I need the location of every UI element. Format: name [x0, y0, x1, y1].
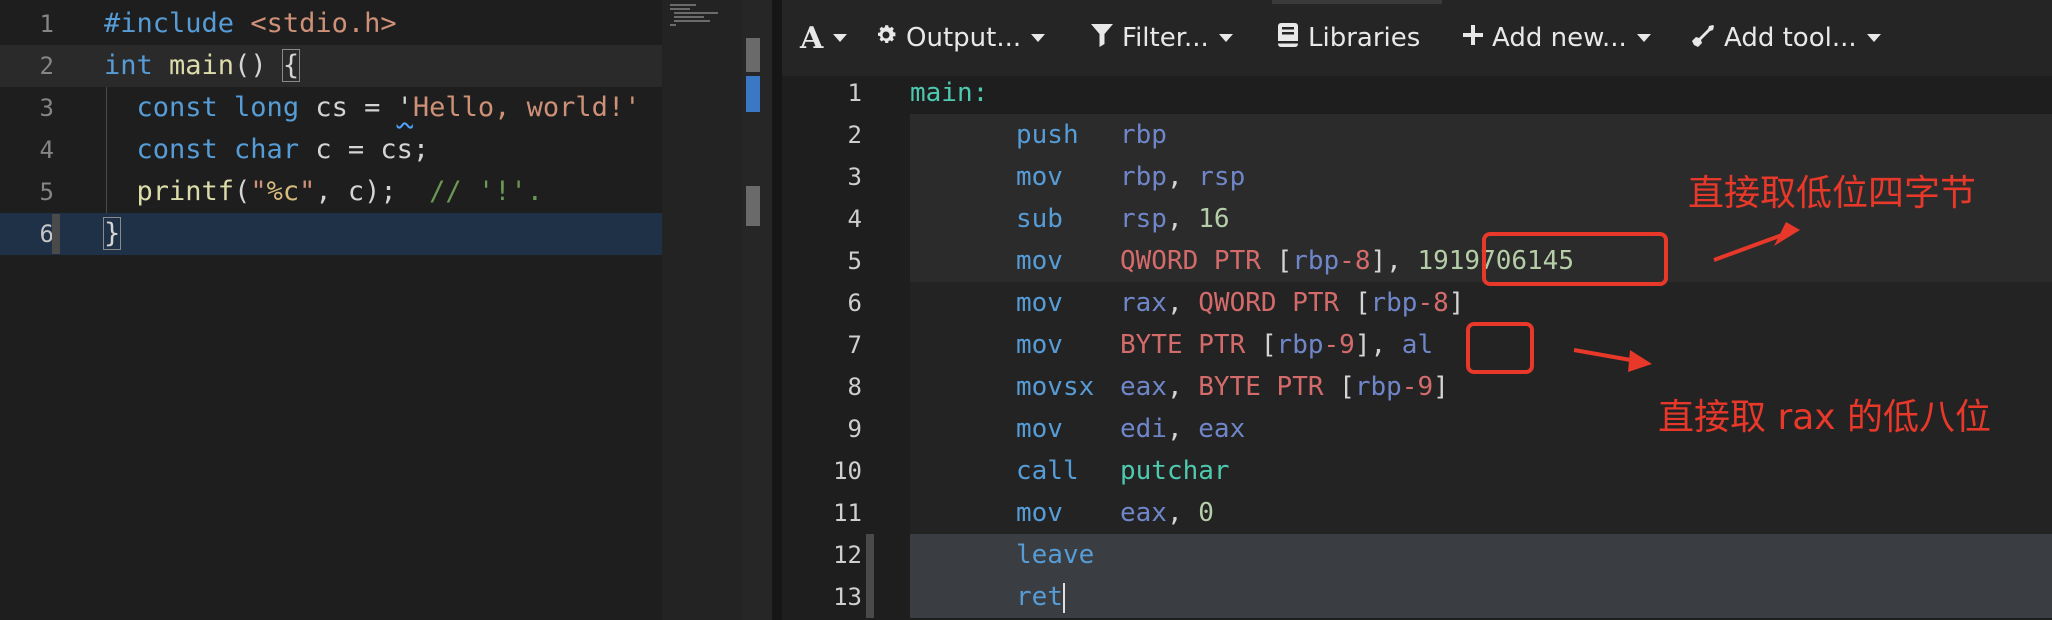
code-token: ': [396, 92, 413, 123]
source-code: printf("%c", c); // '!'.: [104, 171, 543, 213]
source-code: }: [102, 213, 122, 255]
pane-divider[interactable]: [772, 0, 782, 620]
line-number: 1: [39, 10, 54, 38]
code-token: const long: [136, 92, 316, 123]
matched-brace: }: [102, 217, 122, 250]
line-number: 4: [39, 136, 54, 164]
line-number: 5: [39, 178, 54, 206]
code-token: #include: [104, 8, 251, 39]
indent-guide: [106, 87, 107, 213]
source-code: int main() {: [104, 45, 301, 87]
code-token: ": [299, 176, 316, 207]
minimap-line: [674, 20, 710, 22]
compiler-output-pane: A Output... Filter... Libraries Add new.…: [782, 0, 2052, 620]
source-code: const char c = cs;: [104, 129, 430, 171]
minimap-line: [670, 8, 690, 10]
source-line[interactable]: 4 const char c = cs;: [0, 129, 662, 171]
line-number: 3: [39, 94, 54, 122]
code-token: cs =: [315, 92, 397, 123]
arrow-to-al: [1573, 348, 1652, 372]
code-token: (): [234, 50, 283, 81]
source-code: #include <stdio.h>: [104, 3, 397, 45]
code-token: , c);: [315, 176, 430, 207]
code-token: ": [250, 176, 267, 207]
code-token: main: [169, 50, 235, 81]
code-token: <stdio.h>: [250, 8, 397, 39]
line-number: 2: [39, 52, 54, 80]
minimap-line: [674, 16, 704, 18]
source-line[interactable]: 2 int main() {: [0, 45, 662, 87]
source-line[interactable]: 6}: [0, 213, 662, 255]
matched-brace: {: [281, 49, 301, 82]
code-token: (: [234, 176, 251, 207]
code-token: printf: [136, 176, 235, 207]
source-line[interactable]: 3 const long cs = 'Hello, world!': [0, 87, 662, 129]
vertical-scrollbar[interactable]: [742, 0, 772, 620]
code-token: int: [104, 50, 170, 81]
source-line[interactable]: 1 #include <stdio.h>: [0, 3, 662, 45]
source-code: const long cs = 'Hello, world!': [104, 87, 641, 129]
code-token: Hello, world!': [412, 92, 641, 123]
minimap-line: [670, 4, 696, 6]
annotation-arrows: [1573, 222, 1800, 372]
code-token: c = cs;: [315, 134, 430, 165]
code-token: const char: [136, 134, 316, 165]
source-line[interactable]: 5 printf("%c", c); // '!'.: [0, 171, 662, 213]
scrollbar-thumb[interactable]: [746, 76, 760, 112]
minimap-line: [670, 24, 676, 26]
minimap-line: [674, 12, 718, 14]
source-editor[interactable]: 1 #include <stdio.h> 2 int main() {3 const …: [0, 0, 662, 620]
code-token: %c: [266, 176, 300, 207]
scrollbar-mark: [746, 186, 760, 226]
line-number: 6: [39, 220, 54, 248]
gutter-marker: [52, 214, 60, 254]
scrollbar-mark: [746, 38, 760, 72]
minimap[interactable]: [662, 0, 742, 620]
code-token: // '!'.: [429, 176, 543, 207]
arrow-to-four-bytes: [1713, 222, 1800, 262]
